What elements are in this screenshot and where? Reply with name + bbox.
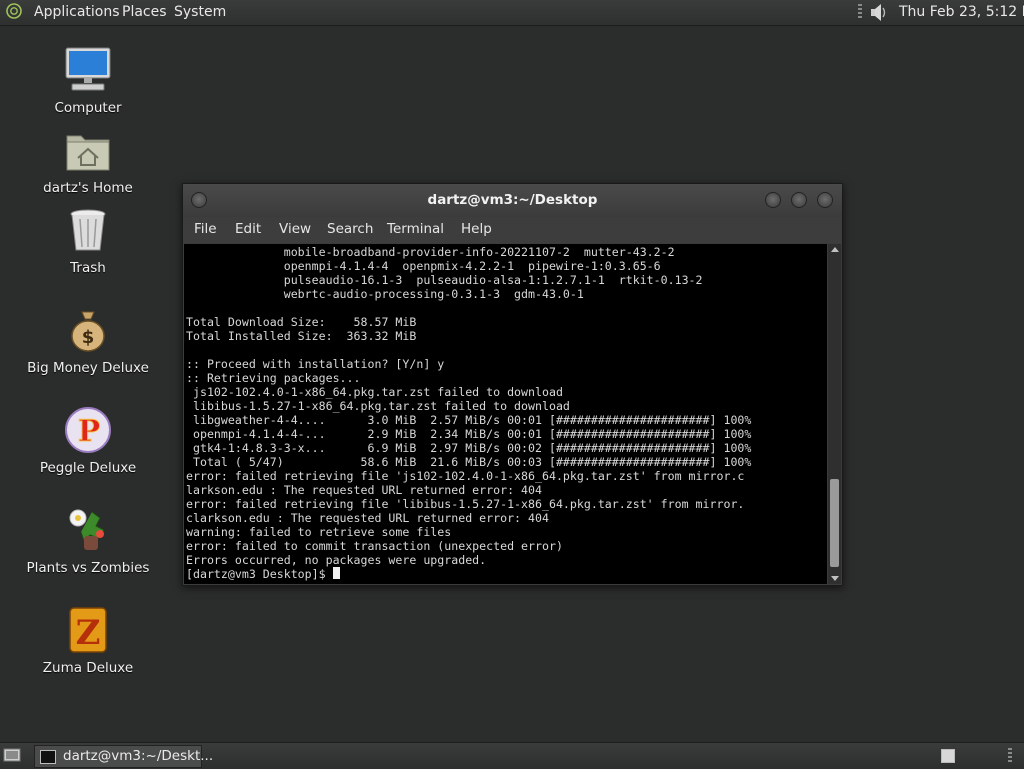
terminal-line: clarkson.edu : The requested URL returne…: [186, 511, 549, 525]
scroll-up-icon[interactable]: [831, 247, 839, 252]
workspace-switcher[interactable]: [941, 749, 955, 763]
menu-applications[interactable]: Applications: [34, 4, 120, 20]
terminal-line: Total Download Size: 58.57 MiB: [186, 315, 417, 329]
terminal-line: mobile-broadband-provider-info-20221107-…: [283, 245, 675, 259]
show-desktop-icon[interactable]: [3, 747, 21, 763]
menu-help[interactable]: Help: [461, 221, 492, 237]
scrollbar-thumb[interactable]: [830, 479, 839, 567]
terminal-line: Total Installed Size: 363.32 MiB: [186, 329, 417, 343]
menu-search[interactable]: Search: [327, 221, 373, 237]
terminal-text: mobile-broadband-provider-info-20221107-…: [184, 244, 827, 581]
menu-terminal[interactable]: Terminal: [387, 221, 444, 237]
svg-text:Z: Z: [76, 613, 101, 653]
terminal-line: warning: failed to retrieve some files: [186, 525, 452, 539]
desktop-icon-computer[interactable]: Computer: [23, 46, 153, 116]
terminal-line: error: failed retrieving file 'js102-102…: [186, 469, 745, 483]
desktop-icon-peggle[interactable]: P Peggle Deluxe: [23, 406, 153, 476]
volume-icon[interactable]: [869, 3, 889, 22]
desktop-icon-pvz[interactable]: Plants vs Zombies: [23, 506, 153, 576]
peggle-icon: P: [64, 406, 112, 454]
menu-places[interactable]: Places: [122, 4, 167, 20]
menu-edit[interactable]: Edit: [235, 221, 261, 237]
menu-file[interactable]: File: [194, 221, 217, 237]
bottom-panel: dartz@vm3:~/Deskt...: [0, 742, 1024, 769]
terminal-line: libgweather-4-4.... 3.0 MiB 2.57 MiB/s 0…: [192, 413, 752, 427]
terminal-line: libibus-1.5.27-1-x86_64.pkg.tar.zst fail…: [192, 399, 570, 413]
terminal-line: js102-102.4.0-1-x86_64.pkg.tar.zst faile…: [192, 385, 563, 399]
menu-view[interactable]: View: [279, 221, 311, 237]
top-panel: Applications Places System Thu Feb 23, 5…: [0, 0, 1024, 26]
desktop-icon-label: Big Money Deluxe: [27, 360, 149, 376]
terminal-output[interactable]: mobile-broadband-provider-info-20221107-…: [184, 244, 827, 584]
zuma-icon: Z: [64, 606, 112, 654]
menu-system[interactable]: System: [174, 4, 226, 20]
desktop-icon-label: Zuma Deluxe: [42, 660, 134, 676]
taskbar-label: dartz@vm3:~/Deskt...: [63, 748, 214, 764]
minimize-button[interactable]: [765, 192, 781, 208]
terminal-line: openmpi-4.1.4-4-... 2.9 MiB 2.34 MiB/s 0…: [192, 427, 752, 441]
desktop-icon-big-money[interactable]: $ Big Money Deluxe: [23, 306, 153, 376]
terminal-line: :: Proceed with installation? [Y/n] y: [186, 357, 445, 371]
terminal-line: :: Retrieving packages...: [186, 371, 361, 385]
window-title: dartz@vm3:~/Desktop: [427, 192, 598, 208]
terminal-line: error: failed retrieving file 'libibus-1…: [186, 497, 745, 511]
panel-handle[interactable]: [858, 4, 862, 20]
terminal-line: pulseaudio-16.1-3 pulseaudio-alsa-1:1.2.…: [283, 273, 703, 287]
taskbar-terminal-button[interactable]: dartz@vm3:~/Deskt...: [34, 745, 213, 768]
trash-icon: [64, 206, 112, 254]
desktop-icon-label: Trash: [70, 260, 106, 276]
home-folder-icon: [64, 126, 112, 174]
terminal-line: larkson.edu : The requested URL returned…: [186, 483, 542, 497]
terminal-window: dartz@vm3:~/Desktop File Edit View Searc…: [182, 183, 843, 586]
terminal-cursor: [332, 567, 340, 579]
panel-handle[interactable]: [1008, 748, 1012, 764]
terminal-line: Errors occurred, no packages were upgrad…: [186, 553, 487, 567]
terminal-scrollbar[interactable]: [828, 244, 841, 584]
terminal-line: openmpi-4.1.4-4 openpmix-4.2.2-1 pipewir…: [283, 259, 661, 273]
desktop-icon-label: Computer: [54, 100, 122, 116]
close-button[interactable]: [817, 192, 833, 208]
computer-icon: [64, 46, 112, 94]
terminal-line: gtk4-1:4.8.3-3-x... 6.9 MiB 2.97 MiB/s 0…: [192, 441, 752, 455]
terminal-line: error: failed to commit transaction (une…: [186, 539, 563, 553]
desktop-icon-home[interactable]: dartz's Home: [23, 126, 153, 196]
terminal-line: webrtc-audio-processing-0.3.1-3 gdm-43.0…: [283, 287, 584, 301]
mate-logo-icon[interactable]: [6, 3, 22, 19]
desktop-icon-trash[interactable]: Trash: [23, 206, 153, 276]
terminal-line: Total ( 5/47) 58.6 MiB 21.6 MiB/s 00:03 …: [192, 455, 752, 469]
scroll-down-icon[interactable]: [831, 576, 839, 581]
maximize-button[interactable]: [791, 192, 807, 208]
window-titlebar[interactable]: dartz@vm3:~/Desktop: [183, 184, 842, 216]
shell-prompt: [dartz@vm3 Desktop]$: [186, 567, 333, 581]
svg-text:$: $: [82, 327, 95, 348]
clock[interactable]: Thu Feb 23, 5:12 PM: [899, 4, 1024, 20]
plants-vs-zombies-icon: [64, 506, 112, 554]
terminal-menubar: File Edit View Search Terminal Help: [183, 217, 842, 243]
desktop-icon-zuma[interactable]: Z Zuma Deluxe: [23, 606, 153, 676]
desktop-icon-label: Plants vs Zombies: [26, 560, 150, 576]
desktop-icon-label: Peggle Deluxe: [39, 460, 137, 476]
svg-text:P: P: [78, 414, 101, 449]
desktop-icon-label: dartz's Home: [43, 180, 133, 196]
terminal-icon: [40, 750, 56, 764]
money-bag-icon: $: [64, 306, 112, 354]
